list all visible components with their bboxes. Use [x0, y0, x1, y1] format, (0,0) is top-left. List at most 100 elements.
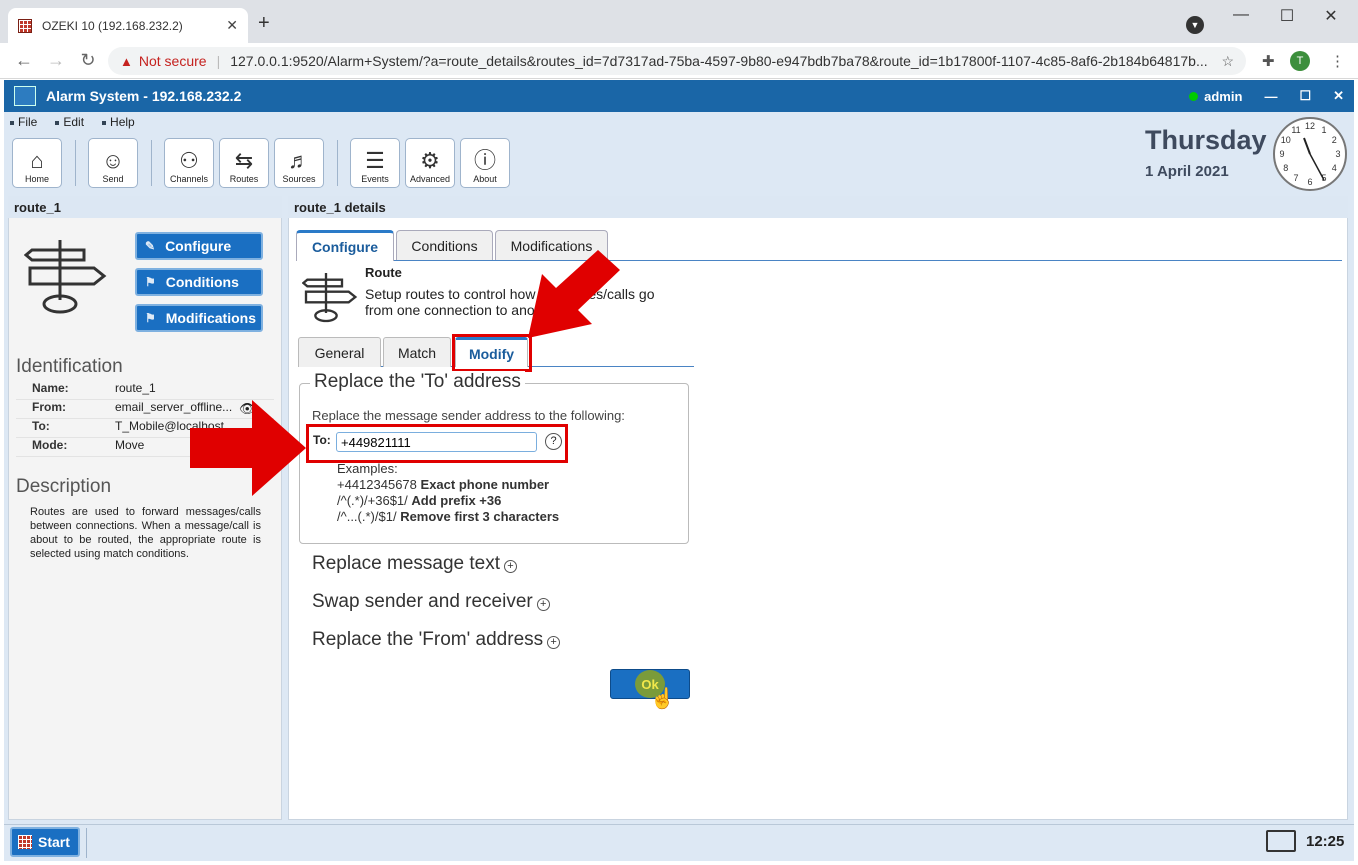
- ozeki-favicon-icon: [18, 18, 32, 33]
- info-icon: ⓘ: [473, 148, 496, 173]
- replace-to-title: Replace the 'To' address: [310, 371, 525, 393]
- tab-search-icon[interactable]: ▼: [1186, 16, 1204, 34]
- route-title: Route: [365, 265, 402, 280]
- channels-icon: ⚇: [179, 148, 199, 173]
- send-icon: ☺: [101, 148, 125, 173]
- profile-avatar[interactable]: T: [1290, 51, 1310, 71]
- help-icon[interactable]: ?: [545, 433, 562, 450]
- examples-title: Examples:: [337, 461, 398, 476]
- close-tab-icon[interactable]: ✕: [226, 17, 238, 34]
- plus-circle-icon: +: [504, 560, 517, 573]
- app-close-icon[interactable]: ✕: [1333, 88, 1344, 104]
- sources-button[interactable]: ♬ Sources: [274, 138, 324, 188]
- replace-from-expander[interactable]: Replace the 'From' address +: [312, 629, 561, 651]
- about-button[interactable]: ⓘ About: [460, 138, 510, 188]
- app-title-bar: Alarm System - 192.168.232.2 admin — ☐ ✕: [4, 80, 1354, 112]
- keyboard-icon[interactable]: [1266, 830, 1296, 852]
- to-address-input[interactable]: [336, 432, 537, 452]
- username: admin: [1204, 88, 1243, 104]
- flag-icon: ⚑: [145, 275, 156, 289]
- close-window-icon[interactable]: ✕: [1308, 6, 1354, 26]
- clock-numeral: 10: [1281, 135, 1291, 145]
- red-arrow-down-left-icon: [528, 250, 620, 338]
- analog-clock: 12 1234567891011: [1273, 117, 1347, 191]
- menu-edit[interactable]: Edit: [55, 115, 84, 129]
- routes-icon: ⇆: [234, 148, 254, 173]
- taskbar-clock: 12:25: [1306, 833, 1345, 850]
- tab-configure[interactable]: Configure: [296, 230, 394, 261]
- clock-numeral: 9: [1279, 149, 1284, 159]
- home-icon: ⌂: [30, 148, 44, 173]
- clock-numeral: 11: [1291, 125, 1300, 135]
- clock-numeral: 12: [1305, 121, 1315, 131]
- home-button[interactable]: ⌂ Home: [12, 138, 62, 188]
- to-label: To:: [313, 433, 331, 447]
- online-status-icon: [1189, 91, 1199, 101]
- example-row: +4412345678 Exact phone number: [337, 477, 550, 492]
- menu-file[interactable]: File: [10, 115, 37, 129]
- swap-sender-receiver-expander[interactable]: Swap sender and receiver +: [312, 591, 550, 613]
- start-button[interactable]: Start: [10, 827, 80, 857]
- clock-numeral: 4: [1332, 163, 1337, 173]
- clock-numeral: 2: [1332, 135, 1337, 145]
- app-title: Alarm System - 192.168.232.2: [46, 88, 242, 104]
- maximize-window-icon[interactable]: ☐: [1264, 6, 1310, 26]
- clock-numeral: 1: [1321, 125, 1326, 135]
- app-logo-icon: [14, 86, 36, 106]
- conditions-button[interactable]: ⚑ Conditions: [135, 268, 263, 296]
- advanced-button[interactable]: ⚙ Advanced: [405, 138, 455, 188]
- subtab-match[interactable]: Match: [383, 337, 451, 367]
- wrench-icon: ✎: [145, 239, 156, 253]
- right-panel-header: route_1 details: [288, 196, 1348, 218]
- events-button[interactable]: ☰ Events: [350, 138, 400, 188]
- tab-conditions[interactable]: Conditions: [396, 230, 493, 260]
- events-icon: ☰: [365, 148, 385, 173]
- clock-numeral: 3: [1335, 149, 1340, 159]
- clock-numeral: 6: [1307, 177, 1312, 187]
- gear-icon: ⚙: [420, 148, 440, 173]
- replace-to-description: Replace the message sender address to th…: [312, 408, 625, 423]
- example-row: /^(.*)/+36$1/ Add prefix +36: [337, 493, 502, 508]
- modifications-button[interactable]: ⚑ Modifications: [135, 304, 263, 332]
- back-icon[interactable]: ←: [12, 50, 36, 71]
- reload-icon[interactable]: ↻: [76, 50, 100, 71]
- identification-title: Identification: [16, 356, 123, 377]
- description-text: Routes are used to forward messages/call…: [30, 506, 261, 560]
- url-text[interactable]: 127.0.0.1:9520/Alarm+System/?a=route_det…: [230, 53, 1213, 69]
- extensions-puzzle-icon[interactable]: ✚: [1262, 52, 1275, 70]
- id-row-name: Name: route_1: [16, 381, 274, 400]
- menu-bar: File Edit Help: [10, 115, 135, 129]
- description-title: Description: [16, 476, 112, 497]
- routes-button[interactable]: ⇆ Routes: [219, 138, 269, 188]
- examples-block: Examples: +4412345678 Exact phone number…: [337, 461, 559, 525]
- security-status[interactable]: Not secure: [139, 53, 207, 69]
- clock-numeral: 8: [1283, 163, 1288, 173]
- channels-button[interactable]: ⚇ Channels: [164, 138, 214, 188]
- hand-cursor-icon: ☝: [650, 688, 675, 710]
- subtab-general[interactable]: General: [298, 337, 381, 367]
- minimize-window-icon[interactable]: —: [1218, 6, 1264, 24]
- browser-tab[interactable]: OZEKI 10 (192.168.232.2) ✕: [8, 8, 248, 43]
- taskbar: [4, 824, 1354, 861]
- day-label: Thursday: [1145, 125, 1267, 155]
- new-tab-icon[interactable]: +: [258, 12, 270, 35]
- plus-circle-icon: +: [536, 598, 550, 611]
- route-icon: [302, 273, 358, 323]
- start-grid-icon: [18, 835, 32, 849]
- route-signpost-icon: [24, 240, 107, 314]
- menu-help[interactable]: Help: [102, 115, 135, 129]
- bookmark-star-icon[interactable]: ☆: [1221, 53, 1234, 70]
- date-label: 1 April 2021: [1145, 163, 1229, 180]
- app-maximize-icon[interactable]: ☐: [1299, 88, 1311, 104]
- warning-icon: ▲: [120, 53, 133, 69]
- forward-icon[interactable]: →: [44, 50, 68, 71]
- flag-icon: ⚑: [145, 311, 156, 325]
- browser-menu-icon[interactable]: ⋮: [1330, 52, 1345, 70]
- send-button[interactable]: ☺ Send: [88, 138, 138, 188]
- replace-message-text-expander[interactable]: Replace message text +: [312, 553, 517, 575]
- browser-tab-title: OZEKI 10 (192.168.232.2): [42, 18, 183, 33]
- configure-button[interactable]: ✎ Configure: [135, 232, 263, 260]
- app-minimize-icon[interactable]: —: [1264, 89, 1277, 104]
- user-status[interactable]: admin: [1189, 89, 1242, 104]
- address-bar[interactable]: ▲ Not secure | 127.0.0.1:9520/Alarm+Syst…: [108, 47, 1246, 75]
